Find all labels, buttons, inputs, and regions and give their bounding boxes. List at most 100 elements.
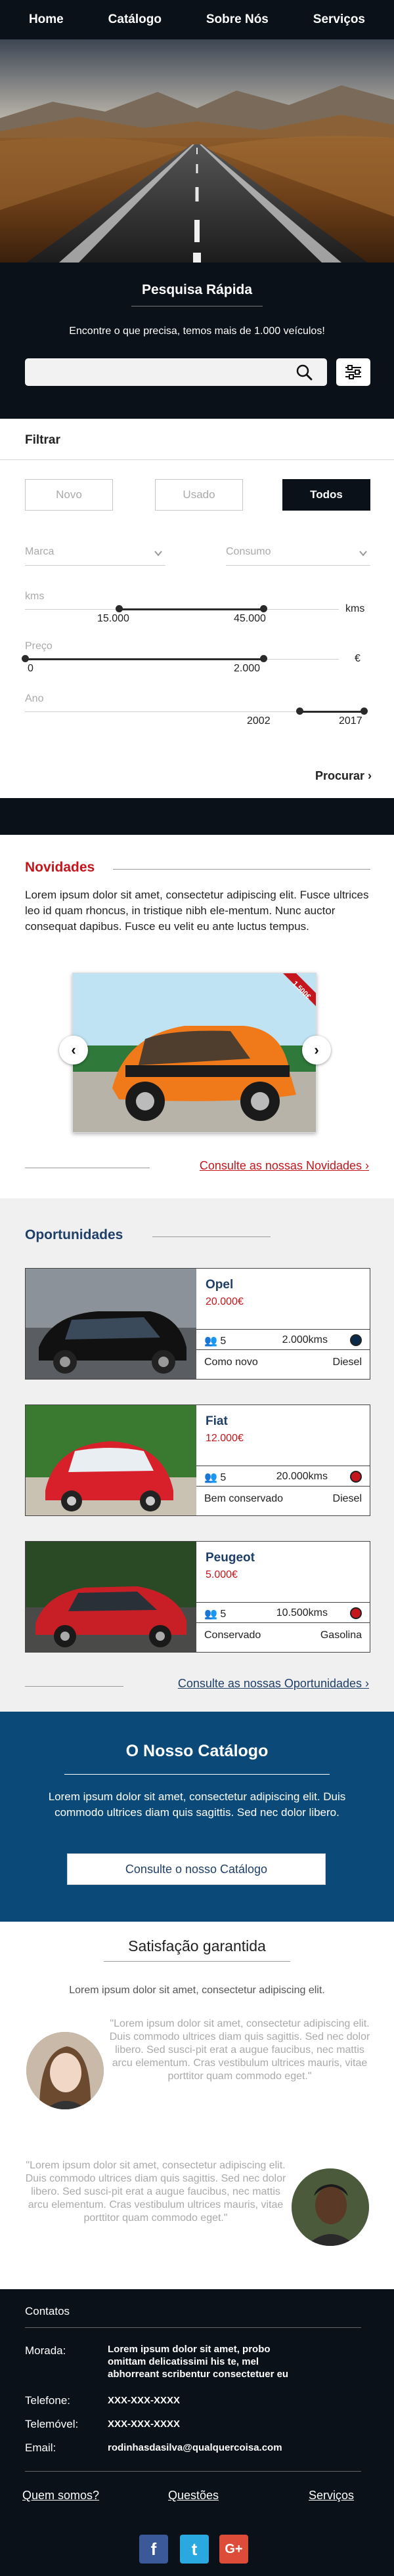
car-mileage: 20.000kms [276, 1471, 328, 1482]
color-swatch [350, 1471, 362, 1483]
search-box [25, 358, 327, 386]
carousel-next-button[interactable]: › [302, 1036, 331, 1065]
catalogo-button[interactable]: Consulte o nosso Catálogo [67, 1853, 326, 1885]
car-photo [26, 1269, 196, 1379]
chevron-left-icon: ‹ [71, 1042, 76, 1058]
footer-link-quem-somos[interactable]: Quem somos? [22, 2489, 99, 2502]
testimonial-quote: "Lorem ipsum dolor sit amet, consectetur… [25, 2160, 286, 2224]
ano-slider-min-handle[interactable] [296, 707, 303, 715]
segment-todos[interactable]: Todos [282, 479, 370, 511]
marca-dropdown-label: Marca [25, 546, 55, 557]
email-value[interactable]: rodinhasdasilva@qualquercoisa.com [108, 2441, 282, 2454]
car-price: 12.000€ [206, 1433, 244, 1444]
seats-count: 👥 5 [204, 1471, 226, 1484]
catalogo-section: O Nosso Catálogo Lorem ipsum dolor sit a… [0, 1712, 394, 1922]
consumo-dropdown[interactable]: Consumo [226, 546, 370, 566]
divider [152, 1236, 271, 1237]
hero-image [0, 39, 394, 263]
chevron-right-icon: › [362, 1677, 369, 1690]
twitter-icon[interactable]: t [180, 2535, 209, 2564]
satisfacao-subtitle: Lorem ipsum dolor sit amet, consectetur … [69, 1985, 325, 1996]
marca-dropdown[interactable]: Marca [25, 546, 165, 566]
featured-car-image[interactable]: 1.500€ [72, 973, 317, 1133]
preco-label: Preço [25, 641, 53, 652]
man-portrait [292, 2168, 369, 2246]
car-mileage: 10.500kms [276, 1607, 328, 1618]
chevron-down-icon [154, 551, 162, 557]
preco-slider-min-handle[interactable] [22, 655, 29, 662]
filter-title: Filtrar [25, 433, 60, 447]
car-condition: Como novo [204, 1357, 258, 1368]
search-submit-button[interactable]: Procurar › [315, 769, 372, 783]
oportunidades-link[interactable]: Consulte as nossas Oportunidades › [178, 1677, 369, 1691]
facebook-icon[interactable]: f [139, 2535, 168, 2564]
contacts-title: Contatos [25, 2305, 70, 2317]
kms-min-value: 15.000 [97, 613, 129, 624]
nav-servicos[interactable]: Serviços [313, 12, 365, 27]
person-icon: 👥 [204, 1472, 221, 1483]
kms-slider-range [119, 608, 264, 610]
preco-max-value: 2.000 [234, 663, 261, 674]
catalogo-text: Lorem ipsum dolor sit amet, consectetur … [48, 1790, 346, 1819]
telefone-value: XXX-XXX-XXXX [108, 2395, 181, 2406]
footer-link-servicos[interactable]: Serviços [309, 2489, 354, 2502]
novidades-text: Lorem ipsum dolor sit amet, consectetur … [25, 889, 369, 933]
divider [64, 1774, 330, 1775]
telemovel-value: XXX-XXX-XXXX [108, 2418, 181, 2430]
quick-search-subtitle: Encontre o que precisa, temos mais de 1.… [69, 326, 325, 337]
quick-search-section: Pesquisa Rápida Encontre o que precisa, … [0, 263, 394, 419]
divider [104, 1961, 290, 1962]
section-separator [0, 798, 394, 835]
car-stats: 👥 5 10.500kms [196, 1602, 370, 1623]
divider [25, 1686, 123, 1687]
search-icon[interactable] [296, 364, 313, 381]
chevron-right-icon: › [314, 1042, 319, 1058]
kms-slider-min-handle[interactable] [116, 605, 123, 612]
novidades-link[interactable]: Consulte as nossas Novidades › [200, 1159, 369, 1173]
car-photo [26, 1405, 196, 1515]
car-card[interactable]: Peugeot 5.000€ 👥 5 10.500kms Conservado … [25, 1541, 370, 1653]
woman-portrait [26, 2032, 104, 2109]
chevron-right-icon: › [362, 1159, 369, 1172]
car-card[interactable]: Opel 20.000€ 👥 5 2.000kms Como novo Dies… [25, 1268, 370, 1380]
ano-max-value: 2017 [339, 715, 362, 727]
nav-sobre-nos[interactable]: Sobre Nós [206, 12, 269, 27]
filter-panel: Filtrar Novo Usado Todos Marca Consumo k… [0, 419, 394, 798]
kms-slider-max-handle[interactable] [260, 605, 268, 612]
oportunidades-section: Oportunidades Opel 20.000€ 👥 5 2.000kms [0, 1198, 394, 1712]
page: Home Catálogo Sobre Nós Serviços Pesquis… [0, 0, 394, 2576]
price-ribbon: 1.500€ [283, 973, 316, 1006]
car-price: 5.000€ [206, 1569, 238, 1580]
segment-usado[interactable]: Usado [155, 479, 243, 511]
search-input[interactable] [25, 358, 327, 386]
google-plus-icon[interactable]: G+ [219, 2535, 248, 2564]
novidades-section: Novidades Lorem ipsum dolor sit amet, co… [0, 835, 394, 1198]
car-brand: Opel [206, 1278, 234, 1292]
morada-value: Lorem ipsum dolor sit amet, probo omitta… [108, 2344, 289, 2380]
advanced-filter-button[interactable] [336, 358, 370, 386]
telemovel-label: Telemóvel: [25, 2418, 79, 2430]
carousel-prev-button[interactable]: ‹ [59, 1036, 88, 1065]
ano-min-value: 2002 [247, 715, 271, 727]
nav-home[interactable]: Home [29, 12, 64, 27]
car-card[interactable]: Fiat 12.000€ 👥 5 20.000kms Bem conservad… [25, 1404, 370, 1516]
morada-label: Morada: [25, 2344, 66, 2357]
testimonial-quote: "Lorem ipsum dolor sit amet, consectetur… [109, 2018, 370, 2082]
novidades-title: Novidades [25, 860, 95, 875]
divider [25, 2471, 361, 2472]
car-mileage: 2.000kms [282, 1334, 328, 1345]
black-opel-illustration [26, 1269, 196, 1379]
avatar [292, 2168, 369, 2246]
car-condition: Conservado [204, 1630, 261, 1641]
seats-count: 👥 5 [204, 1607, 226, 1620]
preco-slider-max-handle[interactable] [260, 655, 268, 662]
footer-link-questoes[interactable]: Questões [168, 2489, 219, 2502]
oportunidades-link-label: Consulte as nossas Oportunidades [177, 1677, 362, 1690]
catalogo-title: O Nosso Catálogo [125, 1742, 269, 1760]
ano-slider-max-handle[interactable] [361, 707, 368, 715]
nav-catalogo[interactable]: Catálogo [108, 12, 162, 27]
chevron-right-icon: › [368, 769, 372, 782]
car-fuel: Diesel [332, 1493, 362, 1504]
segment-novo[interactable]: Novo [25, 479, 113, 511]
seats-value: 5 [220, 1609, 227, 1620]
